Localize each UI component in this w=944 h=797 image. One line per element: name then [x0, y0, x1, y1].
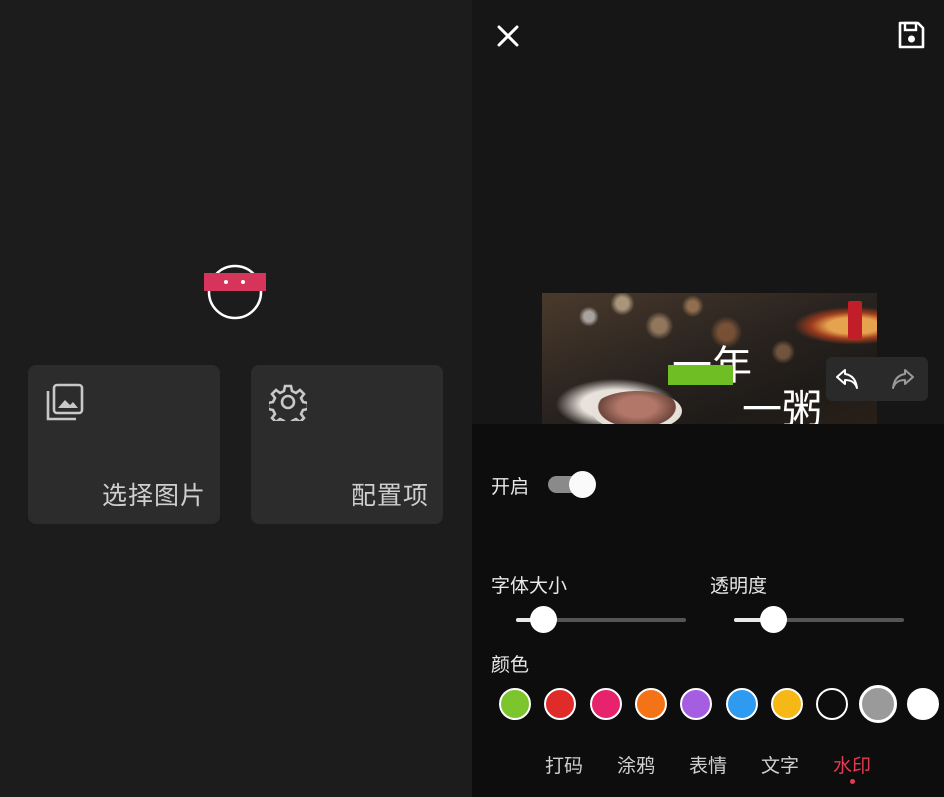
tab-item[interactable]: 打码 [545, 751, 583, 778]
tab-item[interactable]: 涂鸦 [617, 751, 655, 778]
gear-icon [266, 383, 310, 428]
save-icon[interactable] [896, 20, 926, 50]
color-swatch[interactable] [726, 688, 758, 720]
tool-tabs: 打码 涂鸦 表情 文字 水印 [472, 751, 944, 791]
undo-icon[interactable] [834, 366, 860, 392]
enable-toggle[interactable] [548, 471, 596, 499]
choose-image-label: 选择图片 [101, 481, 206, 510]
preview-bowl [592, 391, 682, 424]
editor-screen: 一年 一粥 开启 字体大小 透明度 [472, 0, 944, 797]
image-gallery-icon [46, 383, 84, 421]
opacity-slider[interactable] [734, 605, 904, 635]
tab-item[interactable]: 表情 [689, 751, 727, 778]
toggle-knob [569, 471, 596, 498]
slider-thumb[interactable] [760, 606, 787, 633]
color-swatch[interactable] [680, 688, 712, 720]
color-swatch[interactable] [859, 685, 897, 723]
preview-stamp [848, 301, 862, 339]
color-swatch[interactable] [590, 688, 622, 720]
redo-icon[interactable] [890, 366, 916, 392]
color-swatch[interactable] [816, 688, 848, 720]
choose-image-card[interactable]: 选择图片 [28, 365, 220, 524]
tab-item[interactable]: 文字 [761, 751, 799, 778]
face-logo-icon [204, 262, 266, 320]
font-size-slider[interactable] [516, 605, 686, 635]
watermark-mark [668, 365, 733, 385]
font-size-label: 字体大小 [491, 575, 568, 597]
watermark-panel: 开启 字体大小 透明度 颜色 打码 涂鸦 表情 文字 水印 [472, 424, 944, 797]
preview-caption-2: 一粥 [742, 387, 822, 424]
settings-card[interactable]: 配置项 [251, 365, 443, 524]
color-swatch[interactable] [907, 688, 939, 720]
color-swatch[interactable] [635, 688, 667, 720]
active-tab-indicator [850, 779, 855, 784]
history-controls [826, 357, 928, 401]
tab-item[interactable]: 水印 [833, 751, 871, 778]
color-swatch[interactable] [544, 688, 576, 720]
color-swatch[interactable] [499, 688, 531, 720]
home-screen: 选择图片 配置项 [0, 0, 472, 797]
enable-label: 开启 [491, 476, 530, 498]
close-icon[interactable] [492, 20, 524, 52]
slider-thumb[interactable] [530, 606, 557, 633]
color-label: 颜色 [491, 654, 530, 676]
settings-label: 配置项 [350, 481, 429, 510]
color-swatch[interactable] [771, 688, 803, 720]
opacity-label: 透明度 [710, 575, 768, 597]
